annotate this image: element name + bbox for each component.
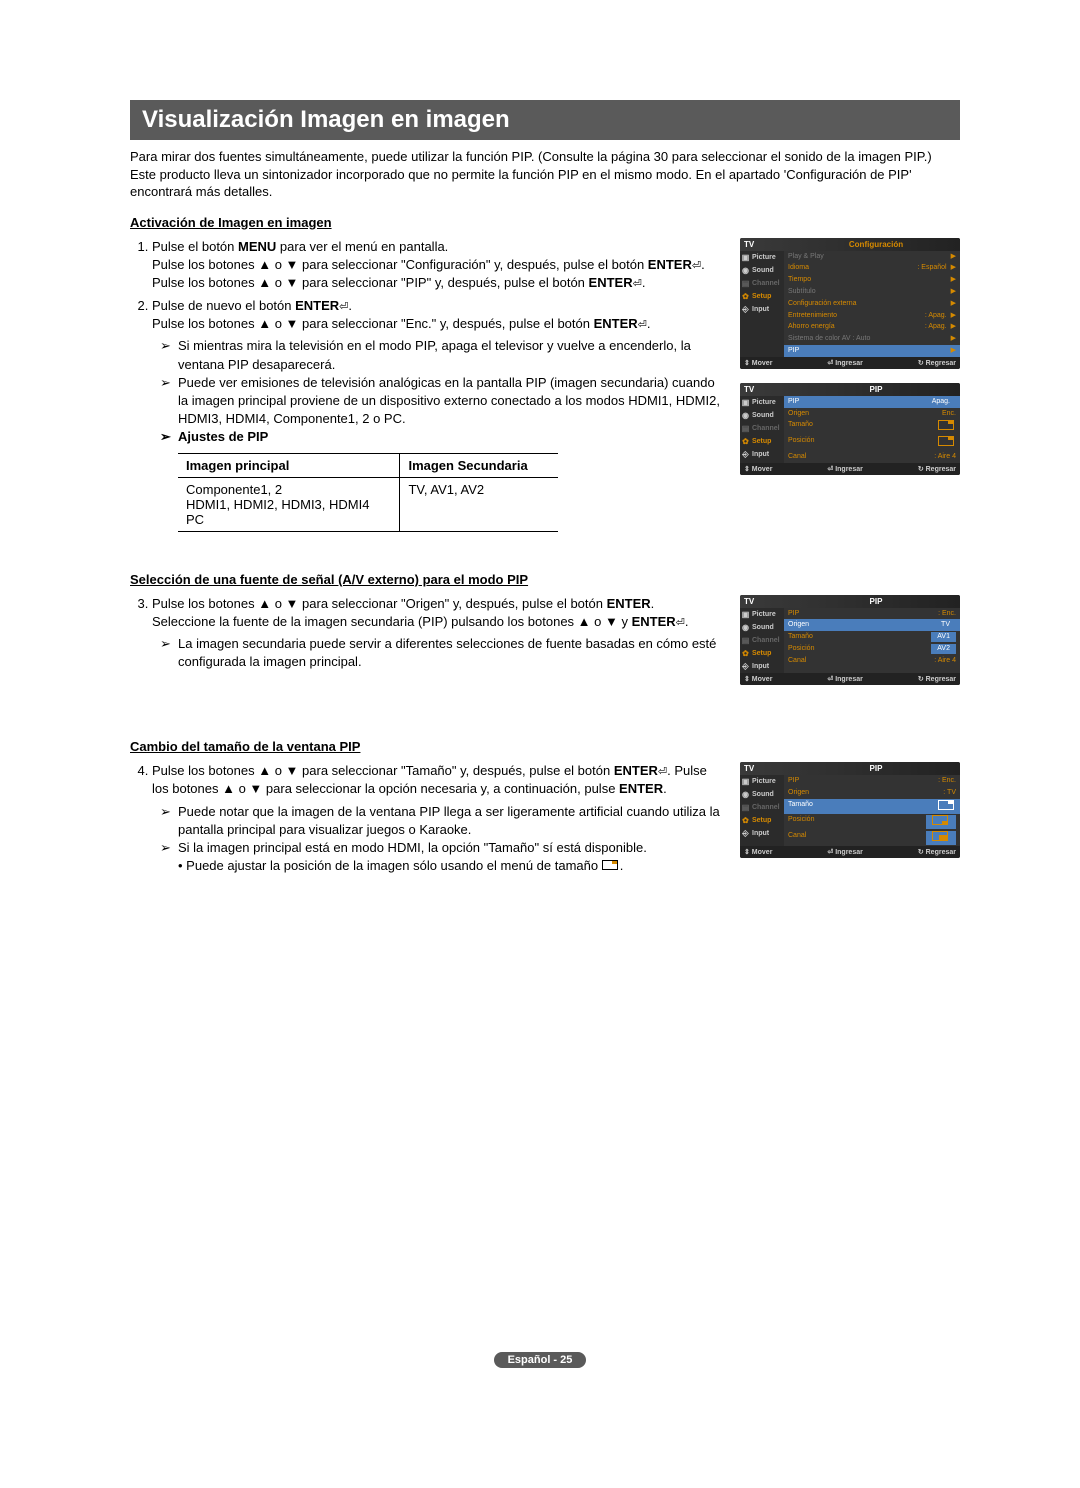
enter-label: ENTER — [619, 781, 663, 796]
page-title: Visualización Imagen en imagen — [130, 100, 960, 140]
step-1: Pulse el botón MENU para ver el menú en … — [152, 238, 720, 293]
section1-osds: TVConfiguración▣Picture◉Sound▤Channel✿Se… — [740, 238, 960, 489]
enter-label: ENTER — [589, 275, 633, 290]
enter-label: ENTER — [614, 763, 658, 778]
note-source: La imagen secundaria puede servir a dife… — [160, 635, 720, 671]
section-heading-activation: Activación de Imagen en imagen — [130, 215, 960, 230]
note-1: Si mientras mira la televisión en el mod… — [160, 337, 720, 373]
text: Pulse los botones ▲ o ▼ para seleccionar… — [152, 257, 648, 272]
table-cell-sub: TV, AV1, AV2 — [400, 477, 558, 531]
enter-icon: ⏎ — [676, 617, 685, 629]
enter-icon: ⏎ — [339, 301, 348, 313]
size-menu-icon — [602, 860, 618, 870]
note-size-artif: Puede notar que la imagen de la ventana … — [160, 803, 720, 839]
enter-label: ENTER — [295, 298, 339, 313]
section-heading-source: Selección de una fuente de señal (A/V ex… — [130, 572, 960, 587]
page-content: Visualización Imagen en imagen Para mira… — [0, 0, 1080, 915]
note-size-hdmi: Si la imagen principal está en modo HDMI… — [160, 839, 720, 875]
table-header-sub: Imagen Secundaria — [400, 453, 558, 477]
enter-icon: ⏎ — [692, 260, 701, 272]
text: • Puede ajustar la posición de la imagen… — [178, 858, 598, 873]
enter-icon: ⏎ — [633, 278, 642, 290]
step-4: Pulse los botones ▲ o ▼ para seleccionar… — [152, 762, 720, 799]
text: Pulse de nuevo el botón — [152, 298, 295, 313]
text: Pulse los botones ▲ o ▼ para seleccionar… — [152, 596, 607, 611]
text: para ver el menú en pantalla. — [276, 239, 448, 254]
text: Pulse los botones ▲ o ▼ para seleccionar… — [152, 316, 594, 331]
osd-config: TVConfiguración▣Picture◉Sound▤Channel✿Se… — [740, 238, 960, 369]
note-3-label: Ajustes de PIP — [160, 428, 720, 446]
enter-label: ENTER — [594, 316, 638, 331]
osd-pip-onoff: TVPIP▣Picture◉Sound▤Channel✿Setup⎆InputP… — [740, 383, 960, 475]
section3-osd: TVPIP▣Picture◉Sound▤Channel✿Setup⎆InputP… — [740, 762, 960, 872]
enter-label: ENTER — [632, 614, 676, 629]
menu-label: MENU — [238, 239, 276, 254]
intro-paragraph: Para mirar dos fuentes simultáneamente, … — [130, 148, 960, 201]
section2-osd: TVPIP▣Picture◉Sound▤Channel✿Setup⎆InputP… — [740, 595, 960, 699]
step-3: Pulse los botones ▲ o ▼ para seleccionar… — [152, 595, 720, 632]
section3-text: Pulse los botones ▲ o ▼ para seleccionar… — [130, 762, 720, 875]
step-2: Pulse de nuevo el botón ENTER⏎. Pulse lo… — [152, 297, 720, 334]
text: Pulse el botón — [152, 239, 238, 254]
table-cell-main: Componente1, 2 HDMI1, HDMI2, HDMI3, HDMI… — [178, 477, 400, 531]
osd-pip-size: TVPIP▣Picture◉Sound▤Channel✿Setup⎆InputP… — [740, 762, 960, 858]
section2-row: Pulse los botones ▲ o ▼ para seleccionar… — [130, 595, 960, 699]
text: Pulse los botones ▲ o ▼ para seleccionar… — [152, 763, 614, 778]
text: Si la imagen principal está en modo HDMI… — [178, 840, 647, 855]
section1-text: Pulse el botón MENU para ver el menú en … — [130, 238, 720, 532]
text: Pulse los botones ▲ o ▼ para seleccionar… — [152, 275, 589, 290]
enter-icon: ⏎ — [638, 319, 647, 331]
pip-settings-table: Imagen principal Imagen Secundaria Compo… — [178, 453, 558, 532]
page-number: Español - 25 — [494, 1352, 587, 1368]
section-heading-size: Cambio del tamaño de la ventana PIP — [130, 739, 960, 754]
enter-icon: ⏎ — [658, 766, 667, 778]
section3-row: Pulse los botones ▲ o ▼ para seleccionar… — [130, 762, 960, 875]
enter-label: ENTER — [607, 596, 651, 611]
section2-text: Pulse los botones ▲ o ▼ para seleccionar… — [130, 595, 720, 672]
osd-pip-source: TVPIP▣Picture◉Sound▤Channel✿Setup⎆InputP… — [740, 595, 960, 685]
note-2: Puede ver emisiones de televisión analóg… — [160, 374, 720, 429]
page-footer: Español - 25 — [0, 1351, 1080, 1368]
enter-label: ENTER — [648, 257, 692, 272]
section1-row: Pulse el botón MENU para ver el menú en … — [130, 238, 960, 532]
table-header-main: Imagen principal — [178, 453, 400, 477]
